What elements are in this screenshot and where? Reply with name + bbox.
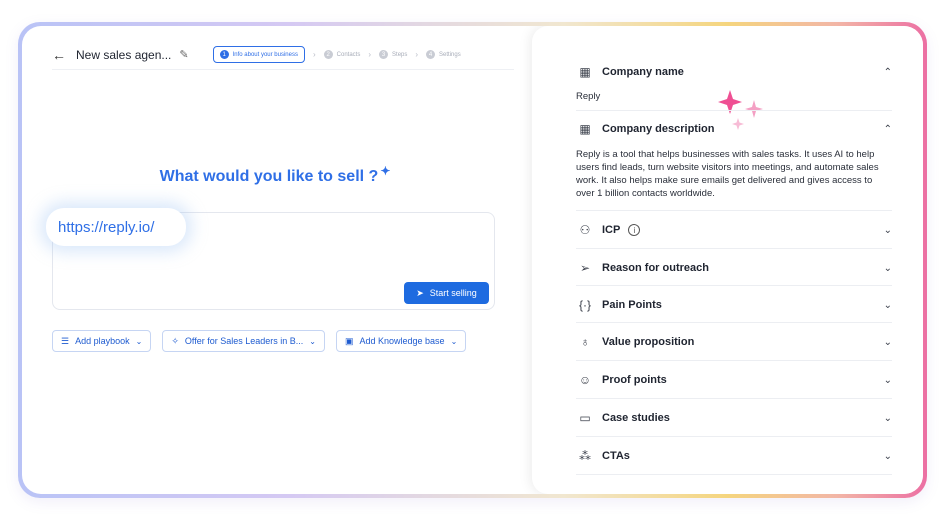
divider: [576, 474, 892, 475]
chevron-down-icon: ⌄: [135, 336, 143, 346]
divider: [576, 210, 892, 211]
business-info-panel: ▦ Company name ⌃ Reply ▦ Company descrip…: [532, 26, 923, 494]
pencil-icon[interactable]: ✎: [179, 48, 188, 61]
step-info[interactable]: 1 Info about your business: [212, 46, 305, 63]
divider: [576, 110, 892, 111]
section-pain-points[interactable]: {·} Pain Points ⌄: [576, 295, 892, 315]
knowledge-base-icon: ▣: [344, 335, 354, 346]
add-playbook-button[interactable]: ☰ Add playbook ⌄: [52, 330, 152, 352]
section-icp[interactable]: ⚇ ICP i ⌄: [576, 220, 892, 240]
divider: [576, 436, 892, 437]
section-proof-points[interactable]: ☺ Proof points ⌄: [576, 370, 892, 390]
magic-wand-icon: ✧: [171, 335, 179, 346]
company-description-value: Reply is a tool that helps businesses wi…: [576, 149, 879, 199]
stepper: 1 Info about your business › 2 Contacts …: [212, 46, 461, 63]
chevron-down-icon: ⌄: [309, 336, 316, 346]
chevron-up-icon[interactable]: ⌃: [884, 124, 892, 135]
offer-select[interactable]: ✧ Offer for Sales Leaders in B... ⌄: [162, 330, 325, 352]
start-selling-button[interactable]: ➤ Start selling: [404, 282, 489, 304]
send-icon: ➤: [416, 287, 424, 298]
chevron-down-icon[interactable]: ⌄: [884, 225, 892, 236]
chevron-down-icon[interactable]: ⌄: [884, 263, 892, 274]
sparkle-icon: ✦: [380, 164, 391, 178]
pain-points-icon: {·}: [578, 298, 591, 312]
playbook-icon: ☰: [61, 335, 70, 346]
add-knowledge-base-button[interactable]: ▣ Add Knowledge base ⌄: [335, 330, 467, 352]
chevron-up-icon[interactable]: ⌃: [884, 67, 892, 78]
step-contacts[interactable]: 2 Contacts: [323, 50, 360, 59]
section-value-proposition[interactable]: ♁ Value proposition ⌄: [576, 332, 893, 352]
info-icon[interactable]: i: [628, 224, 641, 236]
building-icon: ▦: [579, 65, 591, 79]
chevron-down-icon: ⌄: [450, 336, 458, 346]
divider: [576, 285, 892, 286]
divider: [576, 360, 892, 361]
back-arrow-icon[interactable]: ←: [52, 47, 70, 63]
chevron-down-icon[interactable]: ⌄: [884, 375, 892, 386]
book-icon: ▭: [579, 411, 591, 425]
company-description-header[interactable]: ▦ Company description ⌃: [576, 119, 892, 139]
agent-title: New sales agen...: [76, 47, 172, 62]
divider: [576, 248, 892, 249]
paper-plane-icon: ➢: [579, 261, 591, 275]
people-icon: ⚇: [579, 223, 591, 237]
app-window: ← New sales agen... ✎ 1 Info about your …: [22, 26, 923, 494]
section-ctas[interactable]: ⁂ CTAs ⌄: [576, 446, 892, 466]
option-chips: ☰ Add playbook ⌄ ✧ Offer for Sales Leade…: [52, 330, 467, 352]
chevron-down-icon[interactable]: ⌄: [884, 451, 892, 462]
divider: [576, 398, 892, 399]
step-steps[interactable]: 3 Steps: [379, 50, 407, 59]
building-icon: ▦: [579, 122, 591, 136]
chevron-down-icon[interactable]: ⌄: [884, 300, 892, 311]
editor-pane: ← New sales agen... ✎ 1 Info about your …: [22, 26, 528, 494]
section-reason-for-outreach[interactable]: ➢ Reason for outreach ⌄: [576, 258, 892, 278]
person-check-icon: ☺: [578, 373, 592, 387]
chevron-right-icon: ›: [368, 50, 372, 59]
section-company-description: ▦ Company description ⌃ Reply is a tool …: [576, 119, 892, 200]
section-case-studies[interactable]: ▭ Case studies ⌄: [576, 408, 892, 428]
cursor-click-icon: ⁂: [579, 449, 591, 463]
chevron-down-icon[interactable]: ⌄: [884, 413, 892, 424]
step-settings[interactable]: 4 Settings: [426, 50, 461, 59]
chevron-right-icon: ›: [415, 50, 419, 59]
top-bar: ← New sales agen... ✎ 1 Info about your …: [52, 40, 514, 70]
chevron-down-icon[interactable]: ⌄: [884, 337, 892, 348]
value-icon: ♁: [580, 335, 590, 349]
chevron-right-icon: ›: [313, 50, 316, 59]
url-input[interactable]: https://reply.io/: [46, 208, 186, 246]
sell-heading: What would you like to sell ? ✦: [159, 164, 391, 185]
company-name-header[interactable]: ▦ Company name ⌃: [576, 62, 892, 82]
company-name-value: Reply: [576, 91, 601, 102]
divider: [576, 322, 892, 323]
app-frame: ← New sales agen... ✎ 1 Info about your …: [18, 22, 927, 498]
section-company-name: ▦ Company name ⌃ Reply: [576, 62, 892, 103]
